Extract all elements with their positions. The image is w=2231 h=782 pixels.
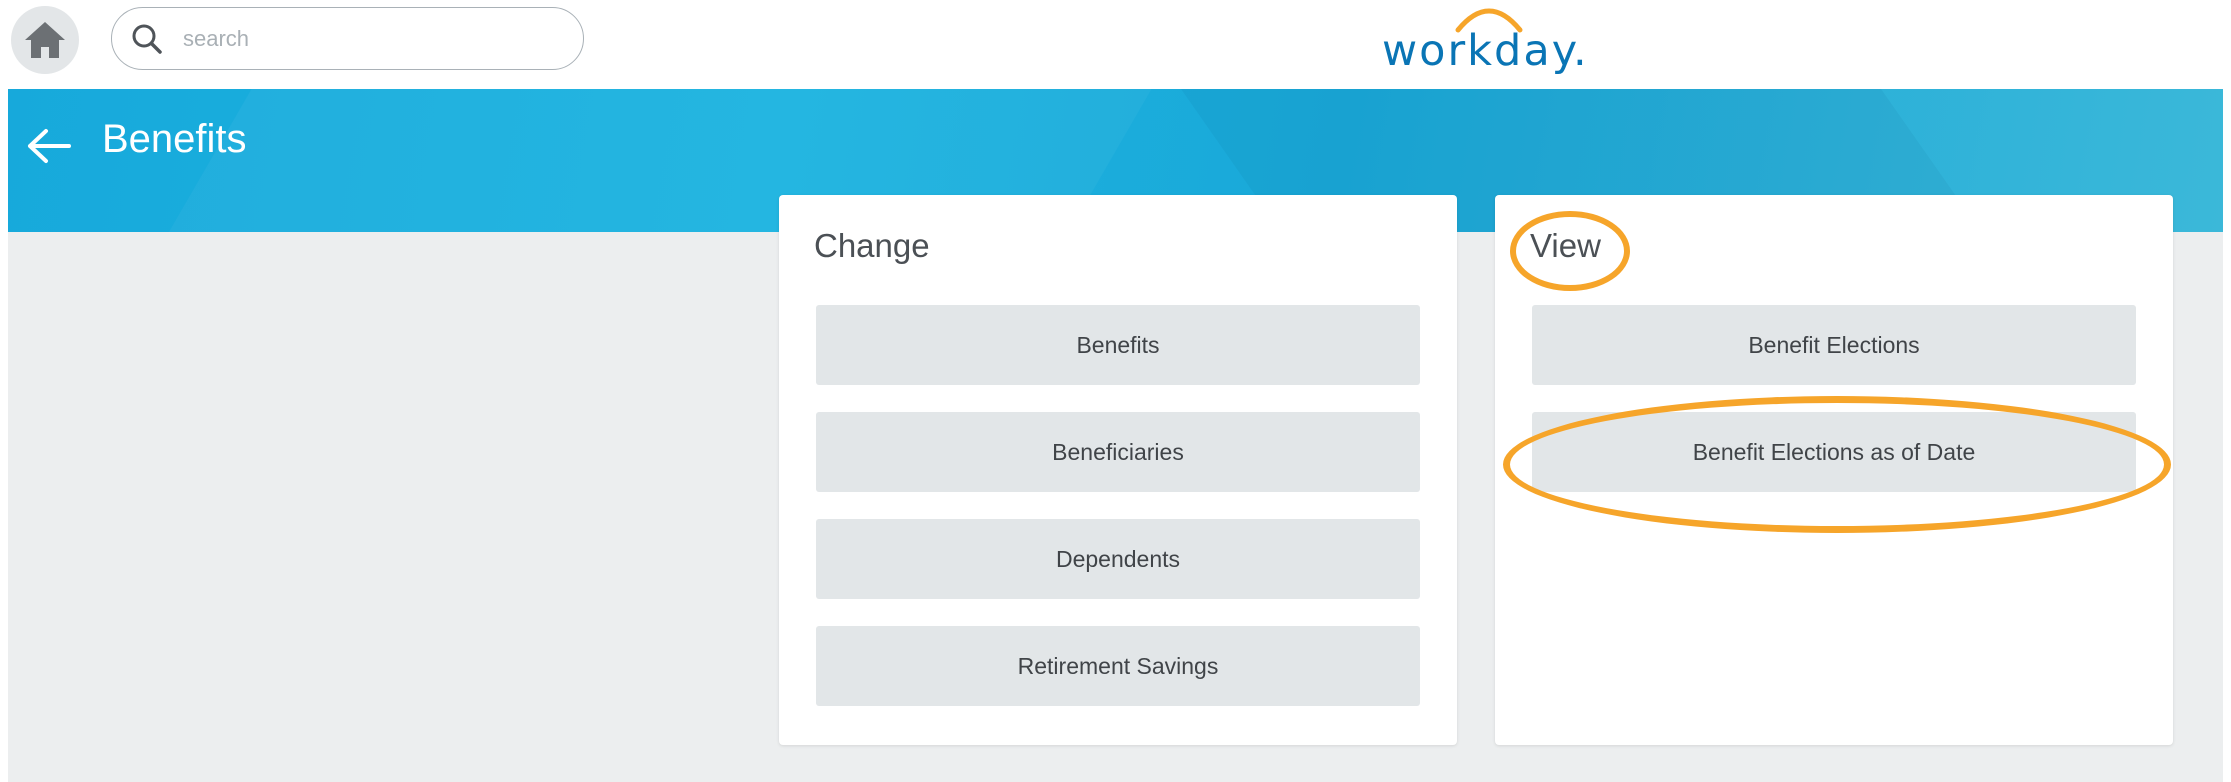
workday-logo: workday. <box>1382 0 1589 80</box>
change-retirement-savings-button[interactable]: Retirement Savings <box>816 626 1420 706</box>
search-input[interactable] <box>181 18 565 60</box>
view-card-title: View <box>1530 227 1601 264</box>
view-benefit-elections-button[interactable]: Benefit Elections <box>1532 305 2136 385</box>
back-arrow-icon <box>28 129 71 163</box>
change-beneficiaries-button[interactable]: Beneficiaries <box>816 412 1420 492</box>
search-icon <box>132 24 162 54</box>
home-icon <box>25 22 65 58</box>
view-benefit-elections-as-of-date-button[interactable]: Benefit Elections as of Date <box>1532 412 2136 492</box>
change-dependents-button[interactable]: Dependents <box>816 519 1420 599</box>
view-card: View Benefit Elections Benefit Elections… <box>1495 195 2173 745</box>
change-card-title: Change <box>814 227 930 264</box>
page-title: Benefits <box>102 117 247 161</box>
logo-text: workday. <box>1382 26 1589 76</box>
change-card: Change Benefits Beneficiaries Dependents… <box>779 195 1457 745</box>
back-button[interactable] <box>24 123 74 169</box>
search-box[interactable] <box>111 7 584 70</box>
home-button[interactable] <box>11 6 79 74</box>
change-benefits-button[interactable]: Benefits <box>816 305 1420 385</box>
top-bar: workday. <box>0 0 2231 89</box>
